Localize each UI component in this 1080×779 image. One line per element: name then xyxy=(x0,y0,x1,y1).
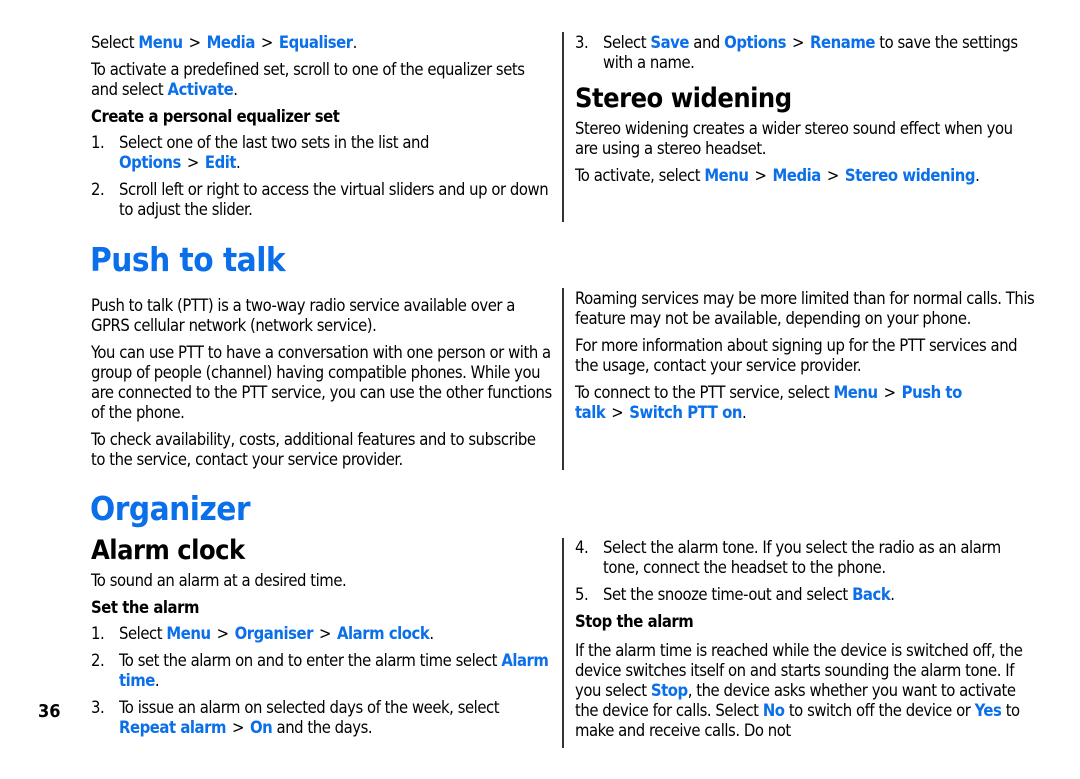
stereo-body: Stereo widening creates a wider stereo s… xyxy=(575,119,1013,158)
list-item: 2. Scroll left or right to access the vi… xyxy=(91,180,549,219)
equalizer-steps-continued: 3. Select Save and Options > Rename to sav… xyxy=(575,33,1037,73)
menu-link[interactable]: Menu xyxy=(138,33,183,52)
alarm-right: 4. Select the alarm tone. If you select … xyxy=(575,538,1037,748)
ptt-paragraph: Roaming services may be more limited tha… xyxy=(575,289,1035,328)
save-link[interactable]: Save xyxy=(650,33,689,52)
menu-link[interactable]: Menu xyxy=(833,383,878,402)
ptt-connect-path: To connect to the PTT service, select Me… xyxy=(575,383,962,422)
ptt-left: Push to talk (PTT) is a two-way radio se… xyxy=(91,296,553,477)
equalizer-section: Select Menu > Media > Equaliser. To activate… xyxy=(91,33,553,227)
yes-link[interactable]: Yes xyxy=(975,701,1002,720)
rename-link[interactable]: Rename xyxy=(810,33,875,52)
list-item: 2. To set the alarm on and to enter the … xyxy=(91,651,549,690)
list-item: 1. Select one of the last two sets in th… xyxy=(91,133,429,172)
activate-link[interactable]: Activate xyxy=(168,80,234,99)
column-divider-2 xyxy=(562,288,564,470)
list-item: 3. To issue an alarm on selected days of… xyxy=(91,698,500,737)
alarm-clock-link[interactable]: Alarm clock xyxy=(337,624,430,643)
alarm-steps-continued: 4. Select the alarm tone. If you select … xyxy=(575,538,1037,605)
equalizer-path: Select Menu > Media > Equaliser. xyxy=(91,33,357,52)
equalizer-activate-text: To activate a predefined set, scroll to … xyxy=(91,60,525,99)
ptt-paragraph: Push to talk (PTT) is a two-way radio se… xyxy=(91,296,515,335)
stop-alarm-body: If the alarm time is reached while the d… xyxy=(575,641,1023,740)
switch-ptt-on-link[interactable]: Switch PTT on xyxy=(629,403,742,422)
stereo-section: 3. Select Save and Options > Rename to sav… xyxy=(575,33,1037,193)
repeat-alarm-link[interactable]: Repeat alarm xyxy=(119,718,226,737)
set-alarm-subheading: Set the alarm xyxy=(91,598,199,617)
media-link[interactable]: Media xyxy=(207,33,256,52)
equalizer-steps: 1. Select one of the last two sets in th… xyxy=(91,133,553,220)
page-number: 36 xyxy=(38,701,61,722)
ptt-paragraph: You can use PTT to have a conversation w… xyxy=(91,343,552,422)
list-item: 4. Select the alarm tone. If you select … xyxy=(575,538,1001,577)
options-link[interactable]: Options xyxy=(119,153,181,172)
create-equalizer-subheading: Create a personal equalizer set xyxy=(91,107,340,126)
stereo-path: To activate, select Menu > Media > Stereo wi… xyxy=(575,166,980,185)
equaliser-link[interactable]: Equaliser xyxy=(279,33,353,52)
column-divider-1 xyxy=(562,32,564,222)
stereo-widening-link[interactable]: Stereo widening xyxy=(845,166,976,185)
ptt-right: Roaming services may be more limited tha… xyxy=(575,289,1037,430)
organizer-heading: Organizer xyxy=(90,489,251,528)
organiser-link[interactable]: Organiser xyxy=(235,624,314,643)
ptt-paragraph: To check availability, costs, additional… xyxy=(91,430,536,469)
edit-link[interactable]: Edit xyxy=(205,153,237,172)
list-item: 5. Set the snooze time-out and select Ba… xyxy=(575,585,895,604)
no-link[interactable]: No xyxy=(763,701,785,720)
menu-link[interactable]: Menu xyxy=(166,624,211,643)
stop-alarm-subheading: Stop the alarm xyxy=(575,612,694,631)
ptt-paragraph: For more information about signing up fo… xyxy=(575,336,1018,375)
list-item: 1. Select Menu > Organiser > Alarm clock. xyxy=(91,624,434,643)
menu-link[interactable]: Menu xyxy=(704,166,749,185)
push-to-talk-heading: Push to talk xyxy=(90,240,286,279)
list-item: 3. Select Save and Options > Rename to sav… xyxy=(575,33,1018,72)
alarm-left: Alarm clock To sound an alarm at a desir… xyxy=(91,535,553,745)
stop-link[interactable]: Stop xyxy=(651,681,688,700)
on-link[interactable]: On xyxy=(250,718,273,737)
alarm-intro: To sound an alarm at a desired time. xyxy=(91,571,347,590)
media-link[interactable]: Media xyxy=(773,166,822,185)
back-link[interactable]: Back xyxy=(852,585,891,604)
column-divider-3 xyxy=(562,538,564,748)
stereo-widening-heading: Stereo widening xyxy=(575,83,792,114)
options-link[interactable]: Options xyxy=(724,33,786,52)
alarm-steps: 1. Select Menu > Organiser > Alarm clock. 2.… xyxy=(91,624,553,738)
alarm-clock-heading: Alarm clock xyxy=(91,535,245,566)
